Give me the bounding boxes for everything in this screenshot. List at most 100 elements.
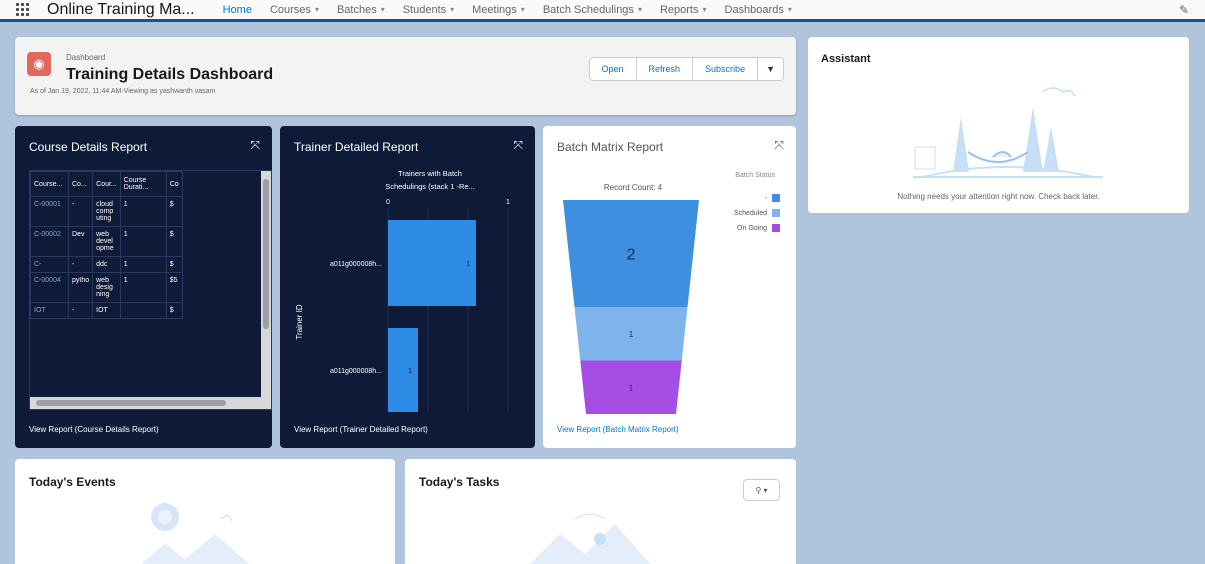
calendar-illustration-icon	[141, 503, 250, 564]
table-cell: $	[165, 226, 183, 257]
nav-item[interactable]: Dashboards ▾	[725, 4, 792, 16]
nav-item-label: Courses	[269, 3, 311, 16]
scrollbar-thumb[interactable]	[263, 179, 269, 329]
table-cell: ddc	[92, 256, 121, 273]
chevron-down-icon[interactable]: ▾	[521, 5, 525, 14]
view-course-report-link[interactable]: View Report (Course Details Report)	[29, 425, 159, 434]
data-label: 2	[627, 247, 636, 264]
data-label: 1	[629, 383, 634, 392]
chevron-down-icon[interactable]: ▾	[450, 5, 454, 14]
dashboard-subtitle: As of Jan 19, 2022, 11:44 AM·Viewing as …	[30, 88, 216, 95]
view-batch-report-link[interactable]: View Report (Batch Matrix Report)	[557, 425, 679, 434]
category-label: a011g000008h...	[330, 261, 382, 268]
nav-item[interactable]: Home	[223, 4, 252, 16]
assistant-panel: Assistant Nothing needs your attention r…	[808, 37, 1189, 213]
expand-icon[interactable]: ⤧	[250, 138, 260, 153]
table-row: C- - ddc 1 $	[30, 256, 183, 273]
header-actions: Open Refresh Subscribe ▼	[588, 57, 784, 81]
data-label: 1	[629, 330, 634, 339]
expand-icon[interactable]: ⤧	[774, 138, 784, 153]
table-row: C-00001- cloud comp uting 1 $	[30, 196, 183, 227]
table-cell: -	[67, 302, 94, 319]
chevron-down-icon[interactable]: ▾	[702, 5, 706, 14]
column-header[interactable]: Course...	[30, 171, 69, 197]
table-cell[interactable]: IOT	[30, 302, 69, 319]
trainer-report-card: Trainer Detailed Report ⤧ Trainers with …	[280, 126, 535, 448]
events-title: Today's Events	[29, 475, 116, 489]
assistant-title: Assistant	[821, 53, 871, 65]
table-cell: cloud comp uting	[92, 196, 121, 227]
todays-events-card: Today's Events	[15, 459, 395, 564]
top-nav: Online Training Ma... Home Courses ▾ Batche…	[0, 0, 1205, 22]
edit-nav-icon[interactable]: ✎	[1179, 3, 1189, 17]
chevron-down-icon: ▼	[766, 64, 775, 74]
table-cell: $	[165, 302, 183, 319]
vertical-scrollbar[interactable]	[261, 171, 271, 399]
chevron-down-icon[interactable]: ▾	[315, 5, 319, 14]
table-cell: 1	[119, 272, 167, 303]
tick-label: 0	[386, 199, 390, 206]
bar	[388, 328, 418, 412]
chart-title: Trainers with Batch	[398, 169, 462, 178]
app-name: Online Training Ma...	[47, 0, 195, 18]
nav-item-label: Students	[402, 3, 447, 16]
task-filter-button[interactable]: ⚲ ▾	[743, 479, 780, 501]
table-row: C-00004 pytho web desig ning 1 $5	[30, 272, 183, 303]
trainer-report-title: Trainer Detailed Report	[294, 140, 419, 154]
table-cell	[119, 302, 167, 319]
nav-item[interactable]: Courses ▾	[270, 4, 319, 16]
table-cell: web desig ning	[92, 272, 121, 303]
column-header[interactable]: Course Durati...	[119, 171, 167, 197]
legend-swatch	[772, 194, 780, 202]
column-header[interactable]: Co	[165, 171, 183, 197]
table-cell: web devel opme	[92, 226, 121, 257]
legend-swatch	[772, 209, 780, 217]
more-actions-button[interactable]: ▼	[758, 57, 784, 81]
refresh-button[interactable]: Refresh	[636, 57, 694, 81]
data-label: 1	[466, 261, 470, 268]
chevron-down-icon[interactable]: ▾	[788, 5, 792, 14]
legend-label: On Going	[737, 225, 767, 232]
nav-item[interactable]: Meetings ▾	[472, 4, 525, 16]
chart-title: Schedulings (stack 1 -Re...	[385, 182, 475, 191]
column-header[interactable]: Cour...	[92, 171, 121, 197]
trainer-chart: Trainers with Batch Schedulings (stack 1 …	[295, 169, 510, 412]
nav-item-label: Batch Schedulings	[542, 3, 634, 16]
view-trainer-report-link[interactable]: View Report (Trainer Detailed Report)	[294, 425, 428, 434]
nav-item[interactable]: Batches ▾	[337, 4, 385, 16]
expand-icon[interactable]: ⤧	[513, 138, 523, 153]
subscribe-button[interactable]: Subscribe	[693, 57, 759, 81]
scrollbar-thumb[interactable]	[36, 400, 226, 406]
chevron-down-icon[interactable]: ▾	[381, 5, 385, 14]
table-cell: 1	[119, 226, 167, 257]
table-cell: -	[67, 256, 94, 273]
table-cell[interactable]: C-	[30, 256, 69, 273]
nav-item[interactable]: Students ▾	[403, 4, 454, 16]
todays-tasks-card: Today's Tasks ⚲ ▾	[405, 459, 796, 564]
bar	[388, 220, 476, 306]
table-cell: $5	[165, 272, 183, 303]
table-cell[interactable]: C-00002	[30, 226, 69, 257]
dashboard-icon: ◉	[27, 52, 51, 76]
table-cell[interactable]: C-00004	[30, 272, 69, 303]
assistant-message: Nothing needs your attention right now. …	[897, 192, 1100, 201]
chevron-down-icon[interactable]: ▾	[638, 5, 642, 14]
tasks-illustration-icon	[530, 513, 651, 564]
open-button[interactable]: Open	[588, 57, 637, 81]
dashboard-header: ◉ Dashboard Training Details Dashboard A…	[15, 37, 796, 115]
legend-label: -	[765, 195, 768, 202]
axis-label: Trainer ID	[295, 304, 304, 339]
batch-chart: Record Count: 4 Batch Status - Scheduled On …	[563, 172, 780, 414]
table-cell: IOT	[92, 302, 121, 319]
nav-item[interactable]: Reports ▾	[660, 4, 707, 16]
app-launcher-icon[interactable]	[16, 3, 29, 16]
batch-report-title: Batch Matrix Report	[557, 140, 664, 154]
column-header[interactable]: Co...	[67, 171, 94, 197]
nav-item[interactable]: Batch Schedulings ▾	[543, 4, 642, 16]
tick-label: 1	[506, 199, 510, 206]
legend-swatch	[772, 224, 780, 232]
breadcrumb: Dashboard	[66, 53, 106, 62]
horizontal-scrollbar[interactable]	[30, 397, 271, 409]
filter-icon: ⚲ ▾	[755, 485, 768, 495]
table-cell[interactable]: C-00001	[30, 196, 69, 227]
